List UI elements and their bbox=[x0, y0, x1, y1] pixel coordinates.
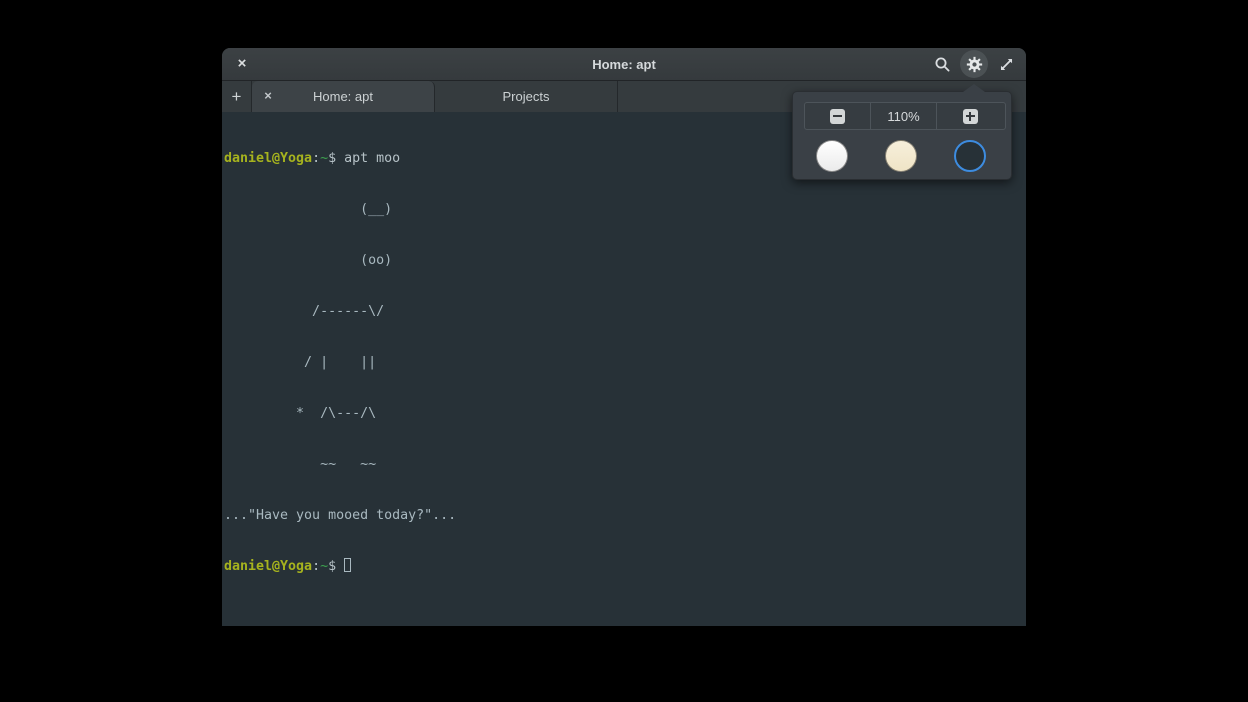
zoom-level-display: 110% bbox=[871, 103, 937, 129]
titlebar-actions bbox=[928, 50, 1020, 78]
tab-close-icon[interactable]: × bbox=[259, 87, 277, 105]
prompt-symbol: $ bbox=[328, 151, 344, 166]
prompt-path: ~ bbox=[320, 559, 328, 574]
command-text: apt moo bbox=[344, 151, 400, 166]
cow-art-line: (__) bbox=[224, 201, 1026, 218]
prompt-separator: : bbox=[312, 559, 320, 574]
cow-art-line: /------\/ bbox=[224, 303, 1026, 320]
cow-art-line: / | || bbox=[224, 354, 1026, 371]
terminal-cursor bbox=[344, 558, 351, 572]
theme-swatch-cream[interactable] bbox=[885, 140, 917, 172]
prompt-symbol: $ bbox=[328, 559, 344, 574]
settings-popover: 110% bbox=[792, 91, 1012, 180]
theme-swatch-dark-selected[interactable] bbox=[954, 140, 986, 172]
cow-art-line: ~~ ~~ bbox=[224, 456, 1026, 473]
popover-arrow bbox=[963, 84, 985, 92]
gear-icon[interactable] bbox=[960, 50, 988, 78]
new-tab-button[interactable]: + bbox=[222, 81, 252, 112]
prompt-separator: : bbox=[312, 151, 320, 166]
tab-label: Projects bbox=[503, 89, 550, 104]
moo-message-line: ..."Have you mooed today?"... bbox=[224, 507, 1026, 524]
prompt-path: ~ bbox=[320, 151, 328, 166]
expand-icon[interactable] bbox=[992, 50, 1020, 78]
terminal-line-prompt: daniel@Yoga:~$ bbox=[224, 558, 1026, 575]
tab-label: Home: apt bbox=[313, 89, 373, 104]
minus-icon bbox=[830, 109, 845, 124]
prompt-user-host: daniel@Yoga bbox=[224, 151, 312, 166]
titlebar[interactable]: × Home: apt bbox=[222, 48, 1026, 81]
zoom-in-button[interactable] bbox=[937, 103, 1003, 129]
prompt-user-host: daniel@Yoga bbox=[224, 559, 312, 574]
terminal-viewport[interactable]: daniel@Yoga:~$ apt moo (__) (oo) /------… bbox=[222, 112, 1026, 626]
desktop-background: × Home: apt bbox=[0, 0, 1248, 702]
window-title: Home: apt bbox=[222, 48, 1026, 81]
theme-swatch-light[interactable] bbox=[816, 140, 848, 172]
cow-art-line: * /\---/\ bbox=[224, 405, 1026, 422]
cow-art-line: (oo) bbox=[224, 252, 1026, 269]
plus-icon bbox=[963, 109, 978, 124]
zoom-control-group: 110% bbox=[804, 102, 1006, 130]
search-icon[interactable] bbox=[928, 50, 956, 78]
tab-home-apt[interactable]: × Home: apt bbox=[252, 81, 435, 112]
zoom-out-button[interactable] bbox=[805, 103, 871, 129]
tab-projects[interactable]: Projects bbox=[435, 81, 618, 112]
